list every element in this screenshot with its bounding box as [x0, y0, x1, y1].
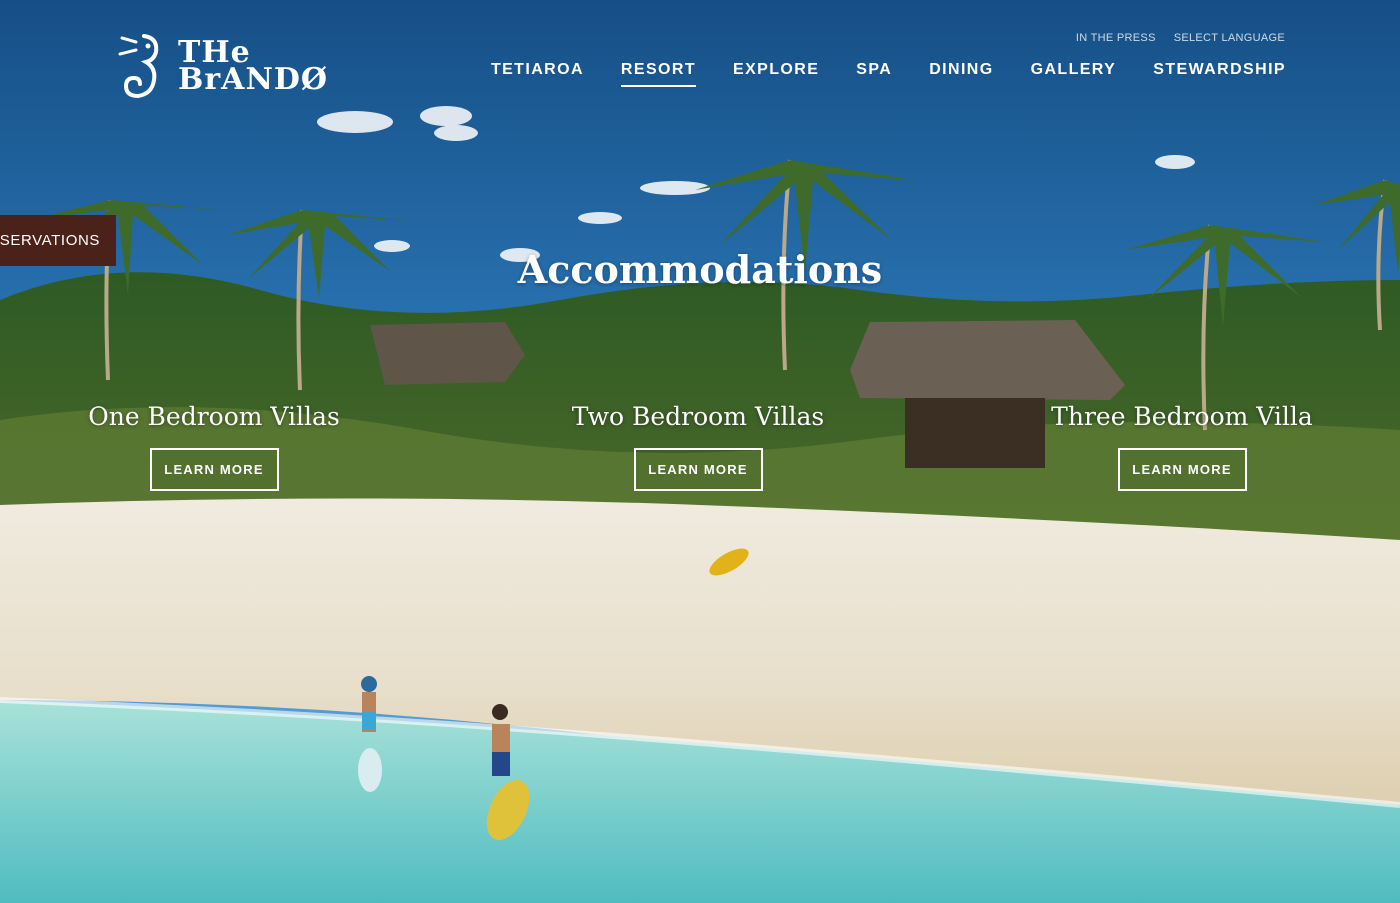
nav-item-spa[interactable]: SPA [856, 61, 892, 87]
page-title: Accommodations [517, 247, 883, 292]
learn-more-button[interactable]: LEARN MORE [149, 448, 279, 491]
select-language-link[interactable]: SELECT LANGUAGE [1174, 32, 1285, 44]
nav-item-resort[interactable]: RESORT [620, 61, 696, 87]
nav-item-gallery[interactable]: GALLERY [1031, 61, 1117, 87]
villa-title: One Bedroom Villas [88, 402, 340, 431]
villa-title: Three Bedroom Villa [1051, 402, 1313, 431]
nav-item-explore[interactable]: EXPLORE [733, 61, 819, 87]
nav-item-dining[interactable]: DINING [929, 61, 993, 87]
seahorse-icon [118, 34, 159, 99]
villa-title: Two Bedroom Villas [571, 402, 825, 431]
villa-card-three-bedroom: Three Bedroom Villa LEARN MORE [1017, 402, 1347, 491]
villa-card-one-bedroom: One Bedroom Villas LEARN MORE [49, 402, 379, 491]
nav-item-tetiaroa[interactable]: TETIAROA [491, 61, 584, 87]
nav-item-stewardship[interactable]: STEWARDSHIP [1153, 61, 1286, 87]
villa-card-two-bedroom: Two Bedroom Villas LEARN MORE [533, 402, 863, 491]
utility-nav: IN THE PRESS SELECT LANGUAGE [1076, 32, 1285, 44]
learn-more-button[interactable]: LEARN MORE [1117, 448, 1247, 491]
logo-text-brando: BrANDØ [178, 62, 329, 97]
learn-more-button[interactable]: LEARN MORE [633, 448, 763, 491]
main-nav: TETIAROA RESORT EXPLORE SPA DINING GALLE… [491, 61, 1286, 87]
brand-logo[interactable]: THe BrANDØ [114, 32, 328, 100]
in-the-press-link[interactable]: IN THE PRESS [1076, 32, 1156, 44]
